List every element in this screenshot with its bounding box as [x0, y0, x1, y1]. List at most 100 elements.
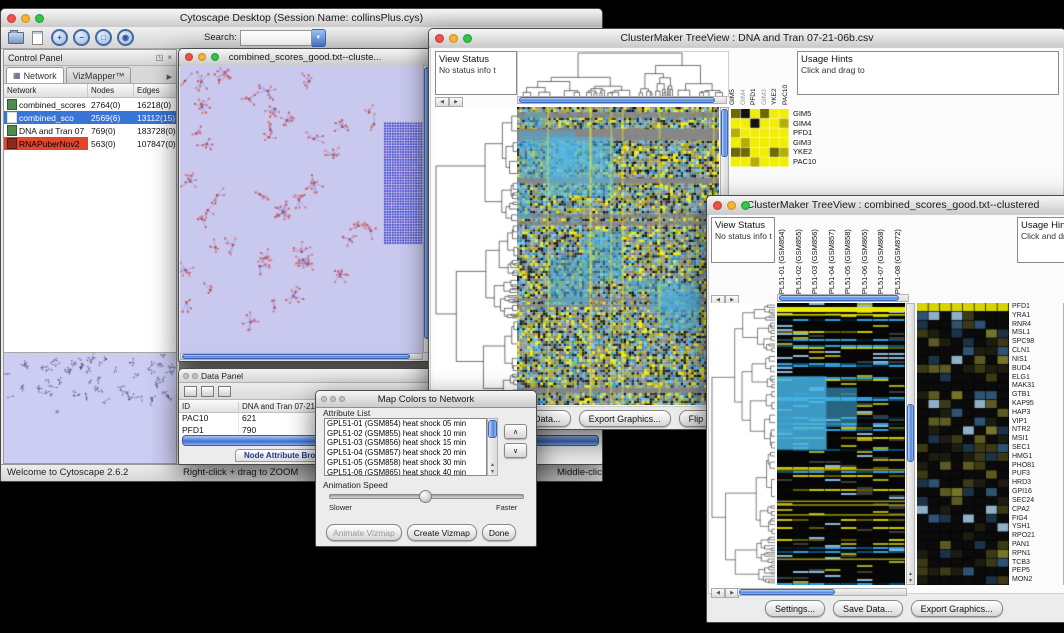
gene-label: GPI16: [1012, 488, 1062, 497]
import-file-icon[interactable]: [28, 29, 47, 46]
scroll-thumb[interactable]: [739, 589, 835, 595]
attribute-item[interactable]: GPL51-05 (GSM858) heat shock 30 min: [325, 458, 486, 468]
scroll-down-icon[interactable]: ▼: [907, 578, 914, 584]
minimize-button[interactable]: [330, 396, 336, 402]
panel-dot-icon[interactable]: [183, 373, 189, 379]
tab-network[interactable]: ▦ Network: [6, 67, 64, 83]
row-dendrogram[interactable]: [711, 303, 775, 585]
animation-speed-slider[interactable]: [329, 494, 524, 499]
settings-button[interactable]: Settings...: [765, 600, 825, 617]
dendrogram-h-scrollbar[interactable]: [777, 294, 909, 302]
list-scrollbar[interactable]: ▲ ▼: [487, 418, 498, 476]
close-button[interactable]: [7, 14, 16, 23]
search-dropdown-button[interactable]: ▼: [312, 29, 326, 47]
save-data-button[interactable]: Save Data...: [833, 600, 903, 617]
zoom-selected-icon[interactable]: ◉: [116, 29, 135, 46]
scroll-down-icon[interactable]: ▼: [488, 469, 497, 475]
move-down-button[interactable]: ∨: [504, 443, 527, 458]
attribute-list-label: Attribute List: [323, 408, 370, 418]
gene-label: HMG1: [1012, 453, 1062, 462]
heatmap-v-scrollbar[interactable]: ▲ ▼: [906, 303, 915, 585]
network-overview[interactable]: [4, 352, 176, 463]
scroll-thumb[interactable]: [519, 97, 715, 103]
attribute-item[interactable]: GPL51-03 (GSM856) heat shock 15 min: [325, 438, 486, 448]
open-session-icon[interactable]: [6, 29, 25, 46]
network-table: combined_scores2764(0)16218(0)combined_s…: [4, 98, 176, 150]
zoom-button[interactable]: [211, 53, 219, 61]
scroll-thumb[interactable]: [721, 109, 728, 157]
export-graphics-button[interactable]: Export Graphics...: [579, 410, 671, 427]
create-vizmap-button[interactable]: Create Vizmap: [407, 524, 477, 541]
slider-thumb[interactable]: [419, 490, 432, 503]
network-row[interactable]: combined_sco2569(6)13112(15): [4, 111, 176, 124]
scroll-up-icon[interactable]: ▲: [488, 462, 497, 468]
search-input[interactable]: [240, 30, 312, 46]
network-view-title-bar[interactable]: combined_scores_good.txt--cluste...: [179, 49, 431, 66]
zoom-button[interactable]: [35, 14, 44, 23]
close-button[interactable]: [435, 34, 444, 43]
done-button[interactable]: Done: [482, 524, 516, 541]
attribute-item[interactable]: GPL51-02 (GSM855) heat shock 10 min: [325, 429, 486, 439]
minimize-button[interactable]: [449, 34, 458, 43]
scroll-thumb[interactable]: [779, 295, 899, 301]
network-name-cell: combined_scores: [4, 98, 88, 111]
scroll-thumb[interactable]: [488, 420, 497, 438]
attribute-item[interactable]: GPL51-01 (GSM854) heat shock 05 min: [325, 419, 486, 429]
close-button[interactable]: [185, 53, 193, 61]
animate-vizmap-button[interactable]: Animate Vizmap: [326, 524, 402, 541]
heatmap-zoom-view[interactable]: [731, 109, 789, 167]
scroll-right-icon[interactable]: ▶: [449, 97, 463, 107]
minimize-button[interactable]: [198, 53, 206, 61]
create-attribute-icon[interactable]: [201, 386, 214, 397]
treeview-button-row: Settings... Save Data... Export Graphics..…: [765, 600, 1003, 617]
zoom-button[interactable]: [463, 34, 472, 43]
attribute-item[interactable]: GPL51-04 (GSM857) heat shock 20 min: [325, 448, 486, 458]
heatmap-global-view[interactable]: [777, 303, 905, 585]
heatmap-zoom-view[interactable]: [917, 303, 1009, 585]
zoom-fit-icon[interactable]: □: [94, 29, 113, 46]
folder-icon: [8, 32, 24, 44]
export-graphics-button[interactable]: Export Graphics...: [911, 600, 1003, 617]
network-row[interactable]: RNAPuberNov2563(0)107847(0): [4, 137, 176, 150]
network-canvas[interactable]: [180, 65, 423, 353]
scroll-thumb[interactable]: [907, 404, 914, 462]
tab-scroll-right-icon[interactable]: ▶: [167, 73, 176, 83]
scroll-up-icon[interactable]: ▲: [907, 571, 914, 577]
scroll-left-icon[interactable]: ◀: [711, 588, 725, 598]
tab-network-label: Network: [24, 71, 57, 81]
minimize-button[interactable]: [21, 14, 30, 23]
select-attributes-icon[interactable]: [184, 386, 197, 397]
bottom-h-scrollbar[interactable]: [737, 588, 907, 596]
document-icon: [32, 31, 43, 45]
gene-label: PFD1: [1012, 303, 1062, 312]
float-panel-icon[interactable]: ◳: [156, 54, 164, 62]
dialog-title-bar[interactable]: Map Colors to Network: [316, 391, 536, 408]
attribute-item[interactable]: GPL51-06 (GSM865) heat shock 40 min: [325, 468, 486, 476]
zoom-out-icon[interactable]: −: [72, 29, 91, 46]
scroll-thumb[interactable]: [182, 354, 410, 359]
close-button[interactable]: [321, 396, 327, 402]
view-status-title: View Status: [439, 54, 513, 65]
network-h-scrollbar[interactable]: [180, 353, 423, 360]
scroll-left-icon[interactable]: ◀: [435, 97, 449, 107]
move-up-button[interactable]: ∧: [504, 424, 527, 439]
row-dendrogram[interactable]: [435, 107, 517, 405]
panel-dot-icon[interactable]: [192, 373, 198, 379]
column-dendrogram[interactable]: [517, 51, 729, 97]
zoom-button[interactable]: [741, 201, 750, 210]
treeview-combined-title-bar[interactable]: ClusterMaker TreeView : combined_scores_…: [707, 196, 1064, 215]
network-row[interactable]: combined_scores2764(0)16218(0): [4, 98, 176, 111]
close-button[interactable]: [713, 201, 722, 210]
array-label: PAC10: [782, 43, 793, 105]
network-row[interactable]: DNA and Tran 07769(0)183728(0): [4, 124, 176, 137]
delete-attribute-icon[interactable]: [218, 386, 231, 397]
main-title-bar[interactable]: Cytoscape Desktop (Session Name: collins…: [1, 9, 602, 28]
gene-label: PFD1: [793, 128, 853, 138]
minimize-button[interactable]: [727, 201, 736, 210]
tab-vizmapper[interactable]: VizMapper™: [66, 67, 132, 83]
zoom-in-icon[interactable]: +: [50, 29, 69, 46]
close-panel-icon[interactable]: ×: [167, 54, 172, 62]
attribute-list[interactable]: GPL51-01 (GSM854) heat shock 05 minGPL51…: [324, 418, 487, 476]
dendrogram-h-scrollbar[interactable]: [517, 96, 727, 104]
heatmap-global-view[interactable]: [517, 107, 719, 405]
